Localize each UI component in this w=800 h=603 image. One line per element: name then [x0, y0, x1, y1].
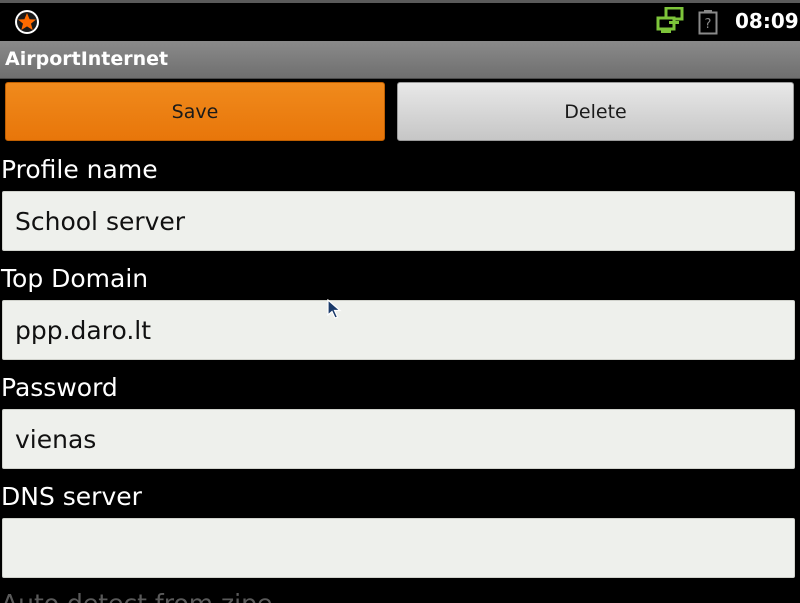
app-screen: ? 08:09 AirportInternet Save Delete Prof…	[0, 0, 800, 603]
auto-detect-label: Auto detect from zipe	[1, 589, 272, 603]
delete-button[interactable]: Delete	[397, 82, 794, 141]
mouse-pointer-icon	[327, 299, 342, 319]
top-domain-input[interactable]: ppp.daro.lt	[2, 300, 795, 360]
svg-text:?: ?	[705, 17, 712, 32]
profile-name-input[interactable]: School server	[2, 191, 795, 251]
status-clock: 08:09	[735, 9, 799, 33]
dns-server-label: DNS server	[1, 482, 142, 511]
network-sync-icon	[656, 7, 684, 33]
top-domain-label: Top Domain	[1, 264, 149, 293]
password-input[interactable]: vienas	[2, 409, 795, 469]
app-title: AirportInternet	[5, 48, 169, 70]
profile-name-label: Profile name	[1, 155, 158, 184]
star-icon[interactable]	[10, 8, 44, 36]
dns-server-input[interactable]	[2, 518, 795, 578]
battery-unknown-icon: ?	[698, 10, 718, 35]
save-button[interactable]: Save	[5, 82, 385, 141]
app-title-bar: AirportInternet	[0, 41, 800, 79]
status-bar: ? 08:09	[0, 0, 800, 41]
password-label: Password	[1, 373, 118, 402]
status-bar-divider	[0, 0, 800, 3]
